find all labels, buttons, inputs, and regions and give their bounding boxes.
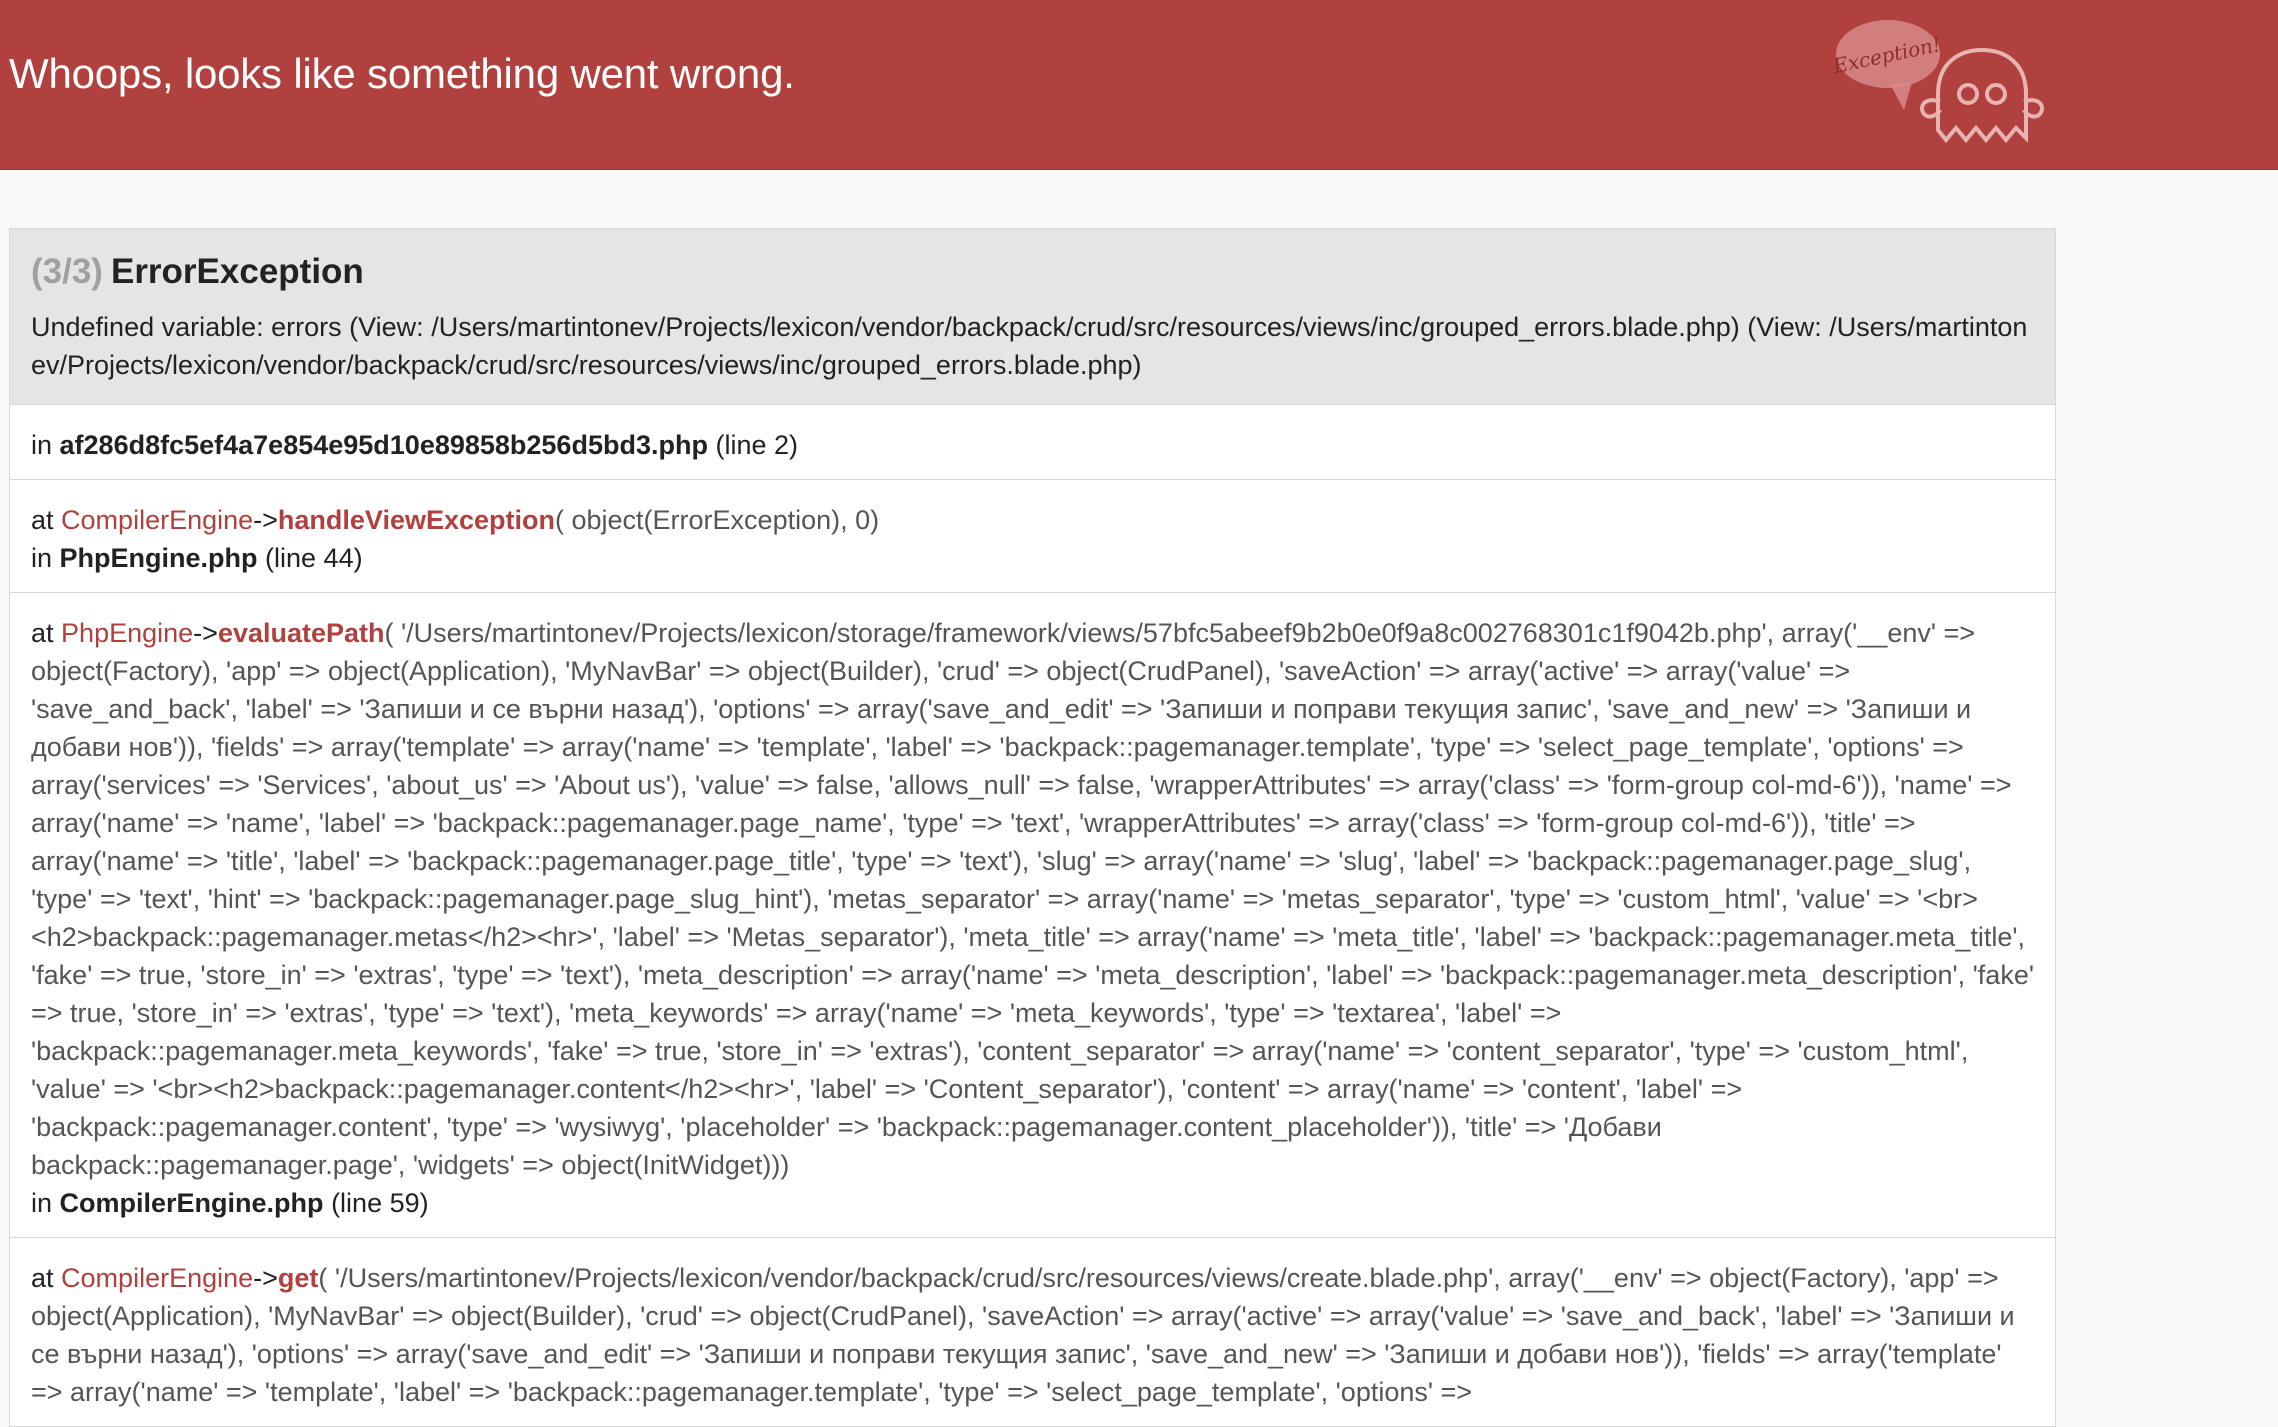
stack-trace: in af286d8fc5ef4a7e854e95d10e89858b256d5… bbox=[10, 405, 2055, 1426]
trace-line: (line 59) bbox=[331, 1188, 429, 1218]
trace-class: CompilerEngine bbox=[61, 505, 254, 535]
trace-function: evaluatePath bbox=[217, 618, 385, 648]
exception-title: (3/3) ErrorException bbox=[31, 250, 2034, 294]
trace-entry: at CompilerEngine->handleViewException( … bbox=[10, 479, 2055, 592]
trace-location: in PhpEngine.php (line 44) bbox=[31, 539, 2034, 577]
at-label: at bbox=[31, 1263, 54, 1293]
trace-function: handleViewException bbox=[277, 505, 556, 535]
trace-class: PhpEngine bbox=[61, 618, 194, 648]
trace-arrow: -> bbox=[193, 618, 218, 648]
exception-panel: (3/3) ErrorException Undefined variable: … bbox=[9, 228, 2056, 1427]
page-title: Whoops, looks like something went wrong. bbox=[9, 50, 795, 97]
at-label: at bbox=[31, 618, 54, 648]
ghost-icon: Exception! bbox=[1830, 20, 2044, 144]
trace-args: ( '/Users/martintonev/Projects/lexicon/s… bbox=[31, 618, 2034, 1180]
trace-class: CompilerEngine bbox=[61, 1263, 254, 1293]
trace-entry: at PhpEngine->evaluatePath( '/Users/mart… bbox=[10, 592, 2055, 1237]
trace-file: PhpEngine.php bbox=[59, 543, 258, 573]
exception-message: Undefined variable: errors (View: /Users… bbox=[31, 312, 2028, 380]
at-label: at bbox=[31, 505, 54, 535]
trace-args: ( object(ErrorException), 0) bbox=[555, 505, 880, 535]
trace-entry: at CompilerEngine->get( '/Users/martinto… bbox=[10, 1237, 2055, 1426]
trace-entry-origin: in af286d8fc5ef4a7e854e95d10e89858b256d5… bbox=[10, 405, 2055, 479]
in-label: in bbox=[31, 543, 53, 573]
trace-arrow: -> bbox=[253, 505, 278, 535]
trace-line: (line 44) bbox=[265, 543, 363, 573]
trace-location: in CompilerEngine.php (line 59) bbox=[31, 1184, 2034, 1222]
in-label: in bbox=[31, 1188, 53, 1218]
trace-function: get bbox=[277, 1263, 319, 1293]
trace-arrow: -> bbox=[253, 1263, 278, 1293]
exception-summary: (3/3) ErrorException Undefined variable: … bbox=[10, 229, 2055, 405]
trace-args: ( '/Users/martintonev/Projects/lexicon/v… bbox=[31, 1263, 2015, 1407]
trace-file: CompilerEngine.php bbox=[59, 1188, 324, 1218]
exception-count: (3/3) bbox=[31, 252, 103, 291]
exception-type: ErrorException bbox=[110, 252, 364, 291]
in-label: in bbox=[31, 430, 53, 460]
error-header: Whoops, looks like something went wrong.… bbox=[0, 0, 2278, 170]
trace-file: af286d8fc5ef4a7e854e95d10e89858b256d5bd3… bbox=[59, 430, 708, 460]
trace-line: (line 2) bbox=[715, 430, 798, 460]
